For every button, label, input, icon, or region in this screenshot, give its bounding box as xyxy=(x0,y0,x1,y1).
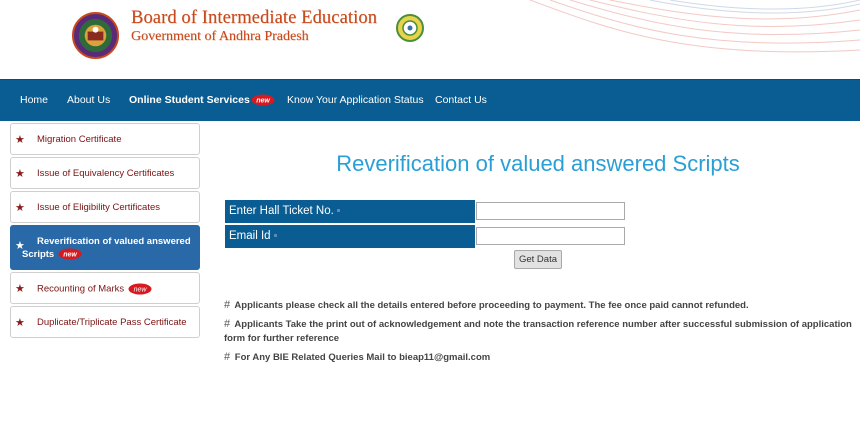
hall-ticket-label: Enter Hall Ticket No. xyxy=(225,200,475,223)
nav-about-us[interactable]: About Us xyxy=(67,94,110,106)
star-icon: ★ xyxy=(15,168,25,180)
new-badge-text: new xyxy=(256,98,270,105)
sidebar-item-recounting-of-marks[interactable]: ★ Recounting of Marks new xyxy=(10,272,200,304)
sidebar-item-reverification[interactable]: ★ Reverification of valued answered Scri… xyxy=(10,225,200,270)
star-icon: ★ xyxy=(15,202,25,214)
new-badge-icon: new xyxy=(251,94,275,106)
board-title: Board of Intermediate Education xyxy=(131,8,378,28)
sidebar-item-label: Issue of Equivalency Certificates xyxy=(37,168,175,179)
note-text: For Any BIE Related Queries Mail to biea… xyxy=(234,352,491,363)
main-navbar: Home About Us Online Student Services new… xyxy=(0,79,860,121)
required-marker xyxy=(336,209,340,213)
new-badge-text: new xyxy=(63,252,77,259)
email-label: Email Id xyxy=(225,225,475,248)
note-text: Applicants Take the print out of acknowl… xyxy=(224,319,852,344)
notes-list: # Applicants please check all the detail… xyxy=(224,298,854,369)
new-badge-icon: new xyxy=(128,283,152,295)
new-badge-icon: new xyxy=(58,248,82,260)
note-item: # For Any BIE Related Queries Mail to bi… xyxy=(224,350,854,365)
nav-online-student-services[interactable]: Online Student Services new xyxy=(129,94,275,106)
sidebar-item-label: Recounting of Marks xyxy=(37,283,125,295)
note-item: # Applicants Take the print out of ackno… xyxy=(224,317,854,346)
hash-bullet: # xyxy=(224,351,231,363)
star-icon: ★ xyxy=(15,134,25,146)
sidebar-item-duplicate-pass-certificate[interactable]: ★ Duplicate/Triplicate Pass Certificate xyxy=(10,306,200,338)
sidebar-item-label: Migration Certificate xyxy=(37,134,122,145)
bie-emblem-icon xyxy=(72,12,119,59)
hall-ticket-label-text: Enter Hall Ticket No. xyxy=(229,205,334,217)
note-item: # Applicants please check all the detail… xyxy=(224,298,854,313)
sidebar-item-migration-certificate[interactable]: ★ Migration Certificate xyxy=(10,123,200,155)
andhra-pradesh-emblem-icon xyxy=(396,14,424,42)
sidebar-item-label-wrap: Reverification of valued answered Script… xyxy=(22,235,197,261)
sidebar-item-eligibility-certificates[interactable]: ★ Issue of Eligibility Certificates xyxy=(10,191,200,223)
required-marker xyxy=(273,234,277,238)
sidebar-item-label: Issue of Eligibility Certificates xyxy=(37,202,161,213)
sidebar-item-label: Reverification of valued answered Script… xyxy=(22,236,191,260)
board-subtitle: Government of Andhra Pradesh xyxy=(131,29,309,44)
hash-bullet: # xyxy=(224,299,231,311)
note-text: Applicants please check all the details … xyxy=(234,300,749,311)
header-swirl-decoration xyxy=(530,0,860,53)
hash-bullet: # xyxy=(224,318,231,330)
nav-know-your-application-status[interactable]: Know Your Application Status xyxy=(287,94,424,106)
sidebar-item-label: Duplicate/Triplicate Pass Certificate xyxy=(37,317,187,328)
page-title: Reverification of valued answered Script… xyxy=(336,151,740,176)
nav-online-student-services-label: Online Student Services xyxy=(129,94,250,106)
star-icon: ★ xyxy=(15,283,25,295)
services-sidebar: ★ Migration Certificate ★ Issue of Equiv… xyxy=(10,123,200,340)
sidebar-item-equivalency-certificates[interactable]: ★ Issue of Equivalency Certificates xyxy=(10,157,200,189)
email-label-text: Email Id xyxy=(229,230,271,242)
nav-contact-us[interactable]: Contact Us xyxy=(435,94,487,106)
email-input[interactable] xyxy=(476,227,625,245)
hall-ticket-input[interactable] xyxy=(476,202,625,220)
nav-home[interactable]: Home xyxy=(20,94,48,106)
star-icon: ★ xyxy=(15,317,25,329)
get-data-button[interactable]: Get Data xyxy=(514,250,562,269)
site-header: Board of Intermediate Education Governme… xyxy=(0,0,860,79)
sidebar-item-label-wrap: Recounting of Marks new xyxy=(37,283,152,295)
new-badge-text: new xyxy=(133,287,147,294)
